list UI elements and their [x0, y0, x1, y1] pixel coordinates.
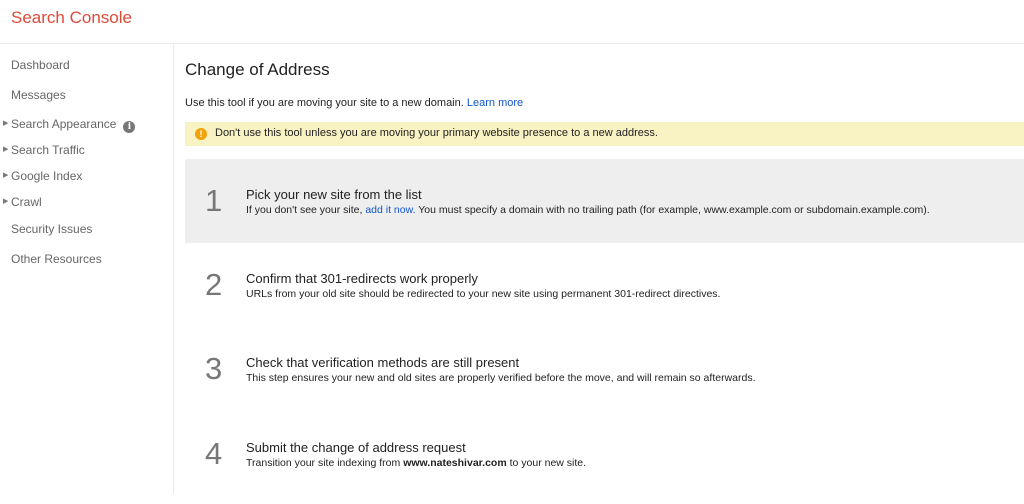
expand-arrow-icon: ▶	[3, 172, 9, 179]
sidebar-item-label: Messages	[11, 88, 66, 102]
step-description: URLs from your old site should be redire…	[246, 288, 721, 300]
step-title: Check that verification methods are stil…	[246, 355, 520, 370]
learn-more-link[interactable]: Learn more	[467, 97, 523, 109]
sidebar-item-security-issues[interactable]: Security Issues	[0, 219, 170, 239]
intro-text: Use this tool if you are moving your sit…	[185, 97, 524, 109]
sidebar-item-label: Search Appearance	[11, 117, 117, 131]
sidebar-item-label: Search Traffic	[11, 143, 85, 157]
app-title[interactable]: Search Console	[11, 8, 132, 28]
sidebar-item-label: Crawl	[11, 195, 42, 209]
sidebar-item-search-traffic[interactable]: ▶ Search Traffic	[0, 140, 170, 160]
step-number: 1	[205, 183, 223, 218]
step-title: Confirm that 301-redirects work properly	[246, 271, 478, 286]
step-description: This step ensures your new and old sites…	[246, 372, 756, 384]
sidebar-item-messages[interactable]: Messages	[0, 85, 170, 105]
step-number: 3	[205, 351, 223, 386]
info-icon[interactable]: i	[123, 121, 136, 133]
sidebar-item-dashboard[interactable]: Dashboard	[0, 55, 170, 75]
step-4[interactable]: 4 Submit the change of address request T…	[185, 412, 1024, 496]
step-2[interactable]: 2 Confirm that 301-redirects work proper…	[185, 243, 1024, 327]
warning-banner: ! Don't use this tool unless you are mov…	[185, 122, 1024, 146]
warning-text: Don't use this tool unless you are movin…	[215, 127, 658, 139]
sidebar-item-search-appearance[interactable]: ▶ Search Appearance i	[0, 114, 170, 134]
main-content: Change of Address Use this tool if you a…	[185, 44, 1024, 504]
page-title: Change of Address	[185, 60, 330, 79]
step-number: 2	[205, 267, 223, 302]
step-description: Transition your site indexing from www.n…	[246, 457, 587, 469]
header: Search Console	[0, 0, 1024, 44]
sidebar-item-google-index[interactable]: ▶ Google Index	[0, 166, 170, 186]
step-number: 4	[205, 436, 223, 471]
old-domain: www.nateshivar.com	[403, 457, 507, 469]
add-it-now-link[interactable]: add it now.	[365, 204, 415, 216]
step-title: Pick your new site from the list	[246, 187, 422, 202]
sidebar-item-label: Security Issues	[11, 222, 93, 236]
sidebar-item-label: Google Index	[11, 169, 83, 183]
expand-arrow-icon: ▶	[3, 120, 9, 127]
sidebar-item-other-resources[interactable]: Other Resources	[0, 249, 170, 269]
exclamation-icon: !	[195, 128, 207, 140]
sidebar-item-crawl[interactable]: ▶ Crawl	[0, 192, 170, 212]
step-description: If you don't see your site, add it now. …	[246, 204, 930, 216]
step-1[interactable]: 1 Pick your new site from the list If yo…	[185, 159, 1024, 243]
expand-arrow-icon: ▶	[3, 198, 9, 205]
sidebar-item-label: Other Resources	[11, 252, 102, 266]
step-title: Submit the change of address request	[246, 440, 466, 455]
step-3[interactable]: 3 Check that verification methods are st…	[185, 327, 1024, 411]
expand-arrow-icon: ▶	[3, 146, 9, 153]
sidebar-item-label: Dashboard	[11, 58, 70, 72]
sidebar: Dashboard Messages ▶ Search Appearance i …	[0, 44, 174, 494]
